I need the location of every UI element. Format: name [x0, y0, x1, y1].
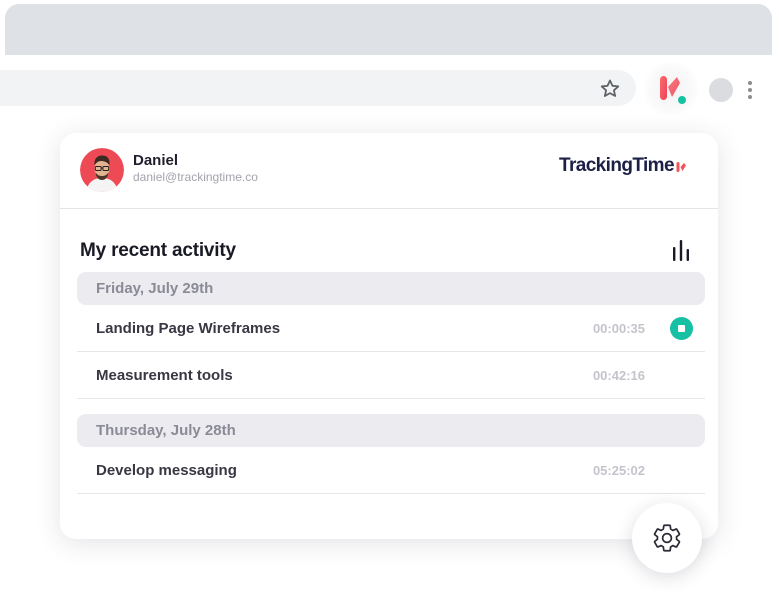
stop-timer-button[interactable]	[670, 317, 693, 340]
user-email: daniel@trackingtime.co	[133, 170, 258, 184]
day-header: Friday, July 29th	[77, 272, 705, 305]
section-title: My recent activity	[80, 240, 236, 261]
entry-title: Develop messaging	[96, 462, 237, 479]
brand-logo[interactable]: TrackingTime	[559, 155, 687, 177]
bar-chart-icon[interactable]	[671, 238, 691, 262]
entry-time: 00:00:35	[592, 321, 645, 336]
browser-tab-strip	[5, 4, 772, 55]
trackingtime-logo-icon	[676, 161, 686, 172]
user-name: Daniel	[133, 152, 179, 169]
entry-time: 05:25:02	[592, 463, 645, 478]
header-divider	[60, 208, 718, 209]
trackingtime-extension-button[interactable]	[641, 62, 701, 116]
brand-name: TrackingTime	[559, 155, 675, 176]
entry-title: Landing Page Wireframes	[96, 320, 281, 337]
entry-title: Measurement tools	[96, 367, 233, 384]
activity-list: Friday, July 29th Landing Page Wireframe…	[77, 272, 705, 494]
stop-icon	[678, 325, 685, 332]
list-item[interactable]: Landing Page Wireframes 00:00:35	[77, 305, 705, 352]
kebab-menu-icon[interactable]	[745, 79, 755, 101]
trackingtime-icon	[660, 76, 688, 106]
list-item[interactable]: Develop messaging 05:25:02	[77, 447, 705, 494]
avatar	[80, 148, 124, 192]
entry-time: 00:42:16	[592, 368, 645, 383]
extension-popup: Daniel daniel@trackingtime.co TrackingTi…	[60, 133, 718, 539]
list-item[interactable]: Measurement tools 00:42:16	[77, 352, 705, 399]
gear-icon	[653, 524, 681, 552]
day-header: Thursday, July 28th	[77, 414, 705, 447]
address-bar[interactable]	[0, 70, 636, 106]
settings-button[interactable]	[632, 503, 702, 573]
star-icon[interactable]	[598, 77, 622, 101]
profile-avatar-icon[interactable]	[709, 78, 733, 102]
